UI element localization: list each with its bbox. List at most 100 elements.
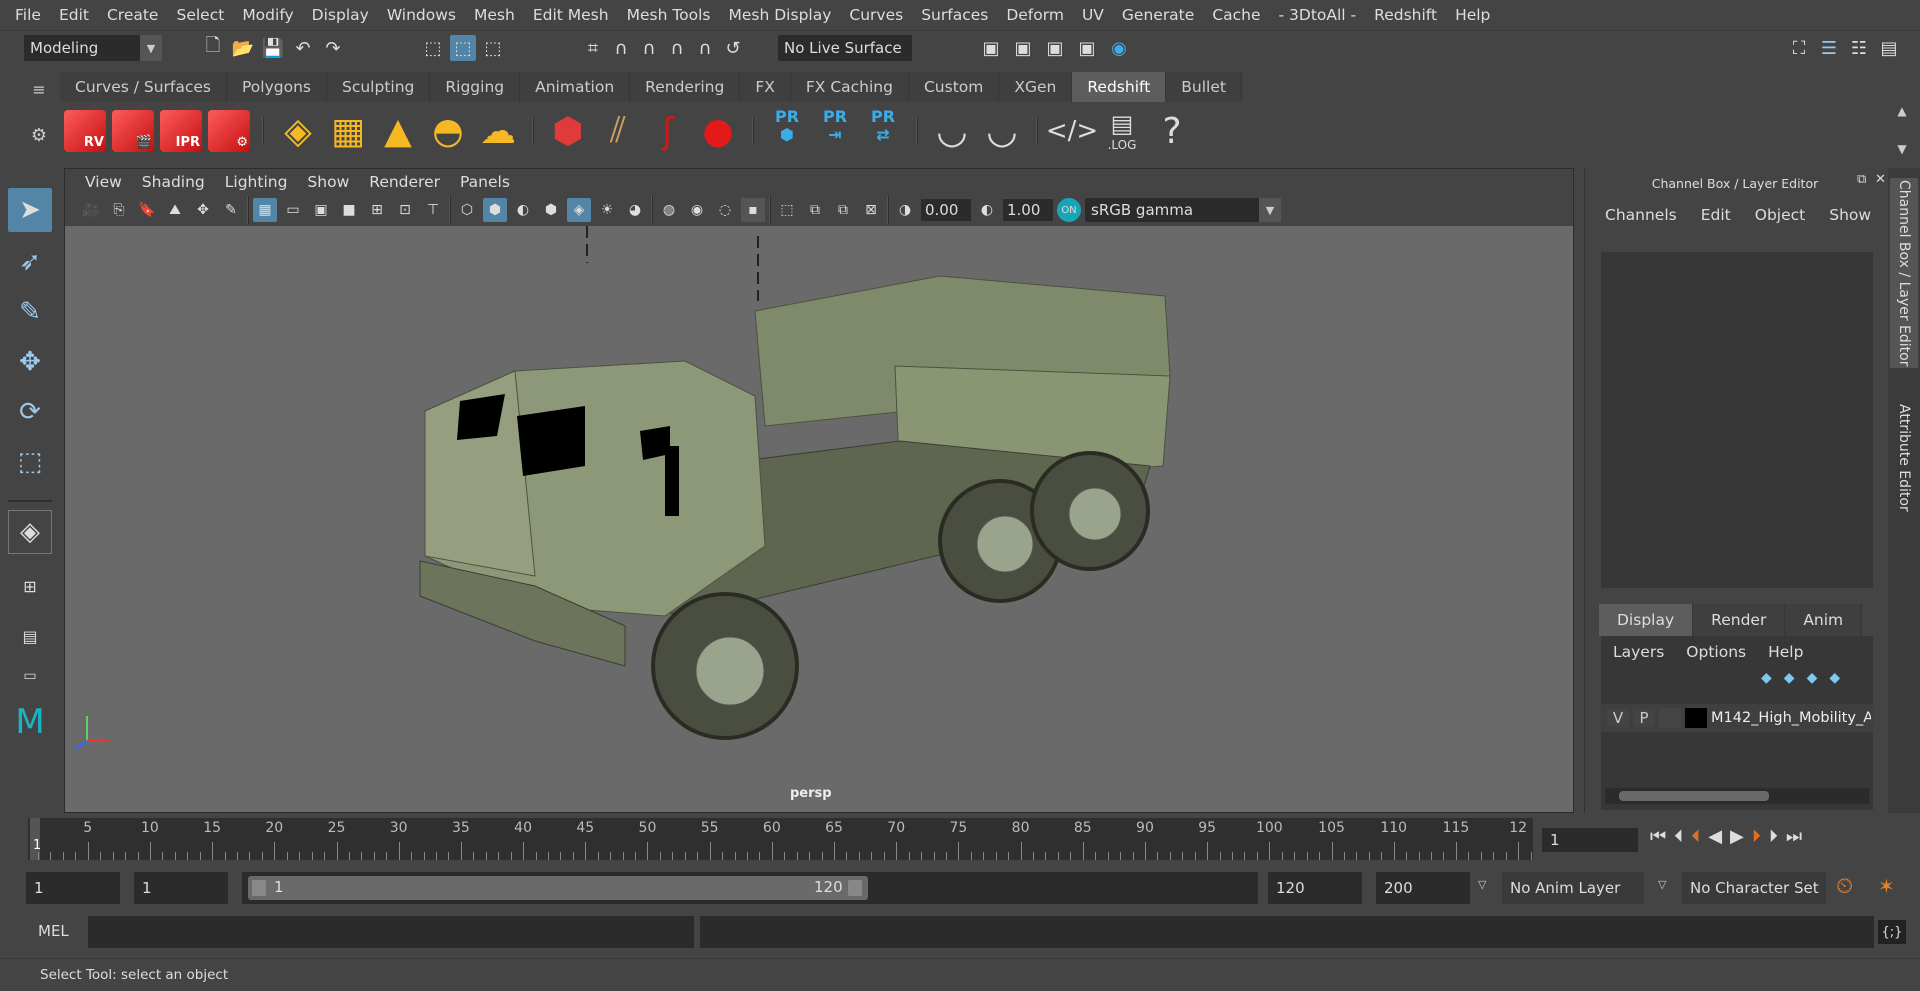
graph-layout-icon[interactable]: ▭: [8, 654, 52, 698]
material-ball-icon[interactable]: ●: [696, 109, 740, 153]
pr-export-button[interactable]: PR ⇥: [814, 108, 856, 154]
hair-icon[interactable]: ⫽: [596, 109, 640, 153]
exposure-icon[interactable]: ◑: [893, 198, 917, 222]
menu-item-surfaces[interactable]: Surfaces: [912, 6, 997, 24]
menu-item-edit[interactable]: Edit: [50, 6, 98, 24]
menuset-dropdown[interactable]: Modeling ▼: [24, 35, 162, 61]
gate-mask-icon[interactable]: ■: [337, 198, 361, 222]
close-icon[interactable]: ✕: [1875, 172, 1886, 187]
live-surface-field[interactable]: No Live Surface: [778, 35, 912, 61]
shelf-tab-redshift[interactable]: Redshift: [1072, 72, 1167, 102]
proxy-mesh-icon[interactable]: ⬢: [546, 109, 590, 153]
shelf-tab-bullet[interactable]: Bullet: [1166, 72, 1242, 102]
step-back-key-icon[interactable]: ⏴: [1691, 826, 1700, 847]
camera-icon[interactable]: 🎥: [79, 198, 103, 222]
image-plane-icon[interactable]: ⛰: [163, 198, 187, 222]
channel-box-menu-show[interactable]: Show: [1821, 206, 1879, 224]
field-chart-icon[interactable]: ⊞: [365, 198, 389, 222]
xray-joints-icon[interactable]: ⧉: [831, 198, 855, 222]
menu-item-select[interactable]: Select: [167, 6, 233, 24]
menu-item-mesh[interactable]: Mesh: [465, 6, 524, 24]
menu-item-mesh-display[interactable]: Mesh Display: [720, 6, 841, 24]
viewport-menu-lighting[interactable]: Lighting: [215, 173, 298, 191]
xray-components-icon[interactable]: ⊠: [859, 198, 883, 222]
antialias-icon[interactable]: ◌: [713, 198, 737, 222]
sun-sky-icon[interactable]: ☁: [476, 109, 520, 153]
four-view-layout-icon[interactable]: ⊞: [8, 564, 52, 608]
step-forward-frame-icon[interactable]: ⏵: [1769, 826, 1778, 847]
select-hierarchy-icon[interactable]: ⬚: [420, 35, 446, 61]
shelf-tab-polygons[interactable]: Polygons: [227, 72, 327, 102]
grid-icon[interactable]: ▦: [253, 198, 277, 222]
gamma-icon[interactable]: ◐: [975, 198, 999, 222]
menu-item-generate[interactable]: Generate: [1113, 6, 1203, 24]
menu-item-deform[interactable]: Deform: [997, 6, 1073, 24]
ipr-render-icon[interactable]: ▣: [1042, 35, 1068, 61]
go-to-start-icon[interactable]: ⏮: [1650, 826, 1666, 847]
channel-box-menu-object[interactable]: Object: [1747, 206, 1813, 224]
bookmark-icon[interactable]: 🔖: [135, 198, 159, 222]
render-frame-icon[interactable]: ▣: [1010, 35, 1036, 61]
default-material-icon[interactable]: ⬢: [539, 198, 563, 222]
smooth-shade-icon[interactable]: ⬢: [483, 198, 507, 222]
play-forward-icon[interactable]: ▶: [1730, 826, 1744, 847]
select-tool-icon[interactable]: ➤: [8, 188, 52, 232]
xray-icon[interactable]: ⧉: [803, 198, 827, 222]
shadows-icon[interactable]: ◕: [623, 198, 647, 222]
float-panel-icon[interactable]: ⧉: [1857, 172, 1866, 187]
shelf-tab-xgen[interactable]: XGen: [999, 72, 1073, 102]
bowl-alt-icon[interactable]: ◡: [980, 109, 1024, 153]
single-perspective-layout-icon[interactable]: ◈: [8, 510, 52, 554]
log-file-icon[interactable]: ▤ .LOG: [1100, 109, 1144, 153]
channel-box-toggle-icon[interactable]: ▤: [1876, 35, 1902, 61]
layer-row[interactable]: V P M142_High_Mobility_Art: [1601, 704, 1873, 732]
shelf-settings-gear-icon[interactable]: ⚙: [24, 120, 54, 150]
current-frame-field[interactable]: 1: [1542, 828, 1638, 852]
save-scene-icon[interactable]: 💾: [260, 35, 286, 61]
scale-tool-icon[interactable]: ⬚: [8, 440, 52, 484]
redshift-settings-button[interactable]: ⚙: [208, 110, 250, 152]
character-set-dropdown[interactable]: No Character Set: [1682, 872, 1826, 904]
snap-grid-icon[interactable]: ⌗: [580, 35, 606, 61]
menu-item-modify[interactable]: Modify: [233, 6, 302, 24]
render-settings-icon[interactable]: ▣: [1074, 35, 1100, 61]
scroll-down-icon[interactable]: ▼: [1897, 142, 1906, 156]
chevron-down-icon[interactable]: ▽: [1478, 878, 1486, 891]
wireframe-icon[interactable]: ⬡: [455, 198, 479, 222]
open-scene-icon[interactable]: 📂: [230, 35, 256, 61]
new-layer-from-selection-icon[interactable]: ◆: [1829, 670, 1840, 686]
attribute-editor-toggle-icon[interactable]: ☰: [1816, 35, 1842, 61]
menu-item-windows[interactable]: Windows: [378, 6, 465, 24]
channel-box-menu-edit[interactable]: Edit: [1693, 206, 1739, 224]
range-slider-handle[interactable]: 1 120: [248, 876, 868, 900]
outliner-layout-icon[interactable]: ▤: [8, 614, 52, 658]
viewport-menu-show[interactable]: Show: [297, 173, 359, 191]
anim-layer-dropdown[interactable]: No Anim Layer: [1502, 872, 1644, 904]
move-camera-icon[interactable]: ✥: [191, 198, 215, 222]
range-start-grip[interactable]: [252, 880, 266, 896]
viewport-menu-renderer[interactable]: Renderer: [359, 173, 450, 191]
playback-end-field[interactable]: 120: [1268, 872, 1362, 904]
layer-visibility-toggle[interactable]: V: [1607, 709, 1629, 727]
shelf-tab-animation[interactable]: Animation: [520, 72, 631, 102]
menu-item-edit-mesh[interactable]: Edit Mesh: [524, 6, 618, 24]
pr-swap-button[interactable]: PR ⇄: [862, 108, 904, 154]
viewport-menu-panels[interactable]: Panels: [450, 173, 520, 191]
safe-title-icon[interactable]: ⊤: [421, 198, 445, 222]
range-slider[interactable]: 1 120: [242, 872, 1258, 904]
menu-item-create[interactable]: Create: [98, 6, 168, 24]
go-to-end-icon[interactable]: ⏭: [1786, 826, 1802, 847]
layer-playback-toggle[interactable]: P: [1633, 709, 1655, 727]
use-all-lights-icon[interactable]: ☀: [595, 198, 619, 222]
tab-channel-box[interactable]: Channel Box / Layer Editor: [1890, 178, 1918, 368]
scrollbar-thumb[interactable]: [1619, 791, 1769, 801]
scroll-up-icon[interactable]: ▲: [1897, 104, 1906, 118]
rect-light-icon[interactable]: ▦: [326, 109, 370, 153]
layer-display-type[interactable]: [1659, 708, 1681, 728]
film-gate-icon[interactable]: ▭: [281, 198, 305, 222]
snap-view-icon[interactable]: ∩: [664, 35, 690, 61]
shelf-tab-rigging[interactable]: Rigging: [430, 72, 521, 102]
layer-color-swatch[interactable]: [1685, 708, 1707, 728]
textured-icon[interactable]: ◈: [567, 198, 591, 222]
area-light-icon[interactable]: ◈: [276, 109, 320, 153]
